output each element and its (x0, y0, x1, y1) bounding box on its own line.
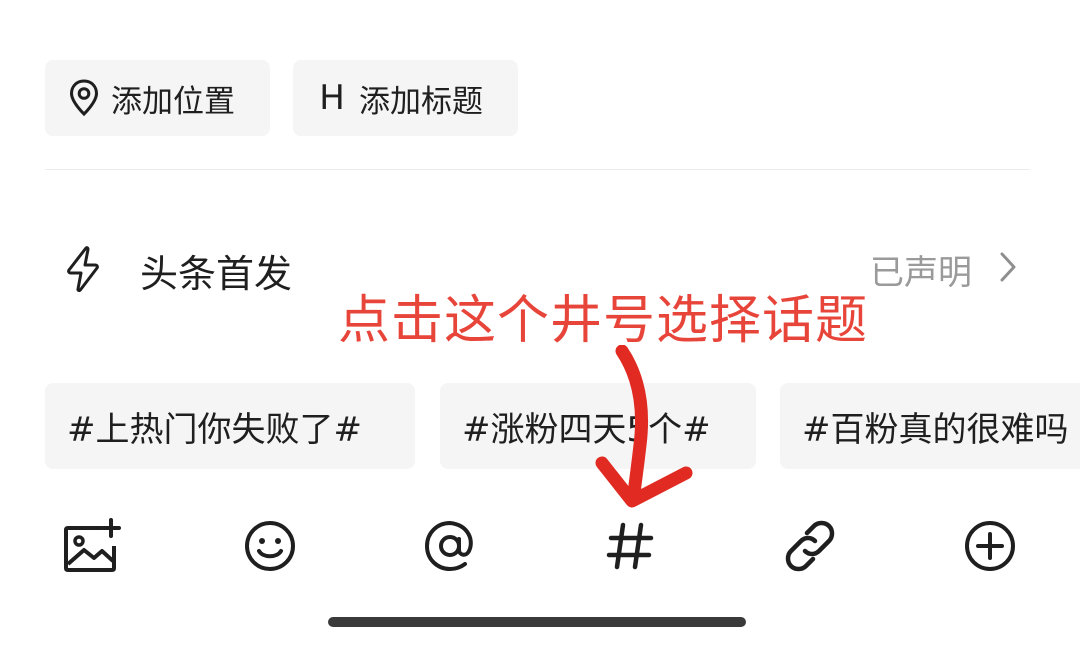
annotation-arrow (595, 345, 693, 508)
hashtag-icon (606, 522, 654, 570)
mention-button[interactable] (420, 516, 480, 576)
topic-chip[interactable]: #上热门你失败了# (45, 383, 415, 469)
declared-status: 已声明 (870, 253, 972, 293)
lightning-icon (62, 245, 104, 297)
topic-suggestions: #上热门你失败了# #涨粉四天5个# #百粉真的很难吗 (0, 383, 1080, 469)
chevron-right-icon (998, 251, 1018, 287)
add-circle-icon (965, 521, 1015, 571)
add-image-button[interactable] (62, 516, 122, 576)
emoji-button[interactable] (240, 516, 300, 576)
add-title-label: 添加标题 (359, 83, 483, 120)
bottom-toolbar (0, 508, 1080, 580)
emoji-icon (245, 521, 295, 571)
first-publish-label: 头条首发 (140, 252, 293, 296)
divider (45, 169, 1030, 170)
heading-glyph: H (319, 78, 345, 118)
more-button[interactable] (960, 516, 1020, 576)
hashtag-button[interactable] (600, 516, 660, 576)
topic-chip[interactable]: #百粉真的很难吗 (780, 383, 1080, 469)
add-location-label: 添加位置 (111, 83, 235, 120)
link-icon (785, 520, 835, 572)
location-pin-icon (67, 78, 101, 118)
annotation-text: 点击这个井号选择话题 (338, 291, 869, 351)
at-mention-icon (424, 520, 473, 572)
image-add-icon (64, 518, 121, 572)
add-title-button[interactable]: H 添加标题 (293, 60, 518, 136)
home-indicator[interactable] (328, 617, 746, 627)
add-location-button[interactable]: 添加位置 (45, 60, 270, 136)
heading-icon: H (315, 78, 349, 118)
link-button[interactable] (780, 516, 840, 576)
